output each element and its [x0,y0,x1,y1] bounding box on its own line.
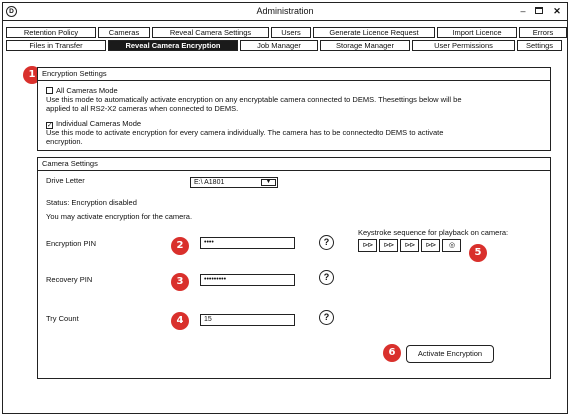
fast-forward-icon: ⊳⊳ [358,239,377,252]
tab-cameras[interactable]: Cameras [98,27,150,38]
encryption-hint-text: You may activate encryption for the came… [46,212,193,221]
drive-letter-value: E:\ A1801 [194,179,225,186]
administration-window: D Administration – ✕ Retention Policy Ca… [2,2,568,414]
tab-user-permissions[interactable]: User Permissions [412,40,515,51]
keystroke-sequence: ⊳⊳ ⊳⊳ ⊳⊳ ⊳⊳ ◎ [358,239,461,252]
minimize-button[interactable]: – [517,5,529,17]
record-icon: ◎ [442,239,461,252]
individual-cameras-mode-description-1: Use this mode to activate encryption for… [46,128,444,137]
tab-users[interactable]: Users [271,27,311,38]
activate-encryption-button[interactable]: Activate Encryption [406,345,494,363]
camera-settings-heading: Camera Settings [38,158,550,171]
fast-forward-icon: ⊳⊳ [421,239,440,252]
keystroke-sequence-label: Keystroke sequence for playback on camer… [358,228,509,237]
drive-letter-label: Drive Letter [46,176,85,185]
callout-badge-4: 4 [171,312,189,330]
tab-errors[interactable]: Errors [519,27,567,38]
callout-badge-5: 5 [469,244,487,262]
encryption-settings-heading: Encryption Settings [38,68,550,81]
camera-settings-panel: Camera Settings Drive Letter E:\ A1801 ▼… [37,157,551,379]
all-cameras-mode-description-1: Use this mode to automatically activate … [46,95,462,104]
tab-row-2: Files in Transfer Reveal Camera Encrypti… [6,40,562,51]
try-count-label: Try Count [46,314,79,323]
individual-cameras-mode-description-2: encryption. [46,137,83,146]
try-count-input[interactable]: 15 [200,314,295,326]
tab-generate-licence-request[interactable]: Generate Licence Request [313,27,435,38]
callout-badge-6: 6 [383,344,401,362]
recovery-pin-label: Recovery PIN [46,275,93,284]
all-cameras-mode-option[interactable]: All Cameras Mode [46,86,118,95]
all-cameras-mode-label: All Cameras Mode [56,86,118,95]
try-count-help-icon[interactable]: ? [319,310,334,325]
fast-forward-icon: ⊳⊳ [379,239,398,252]
tab-reveal-camera-encryption[interactable]: Reveal Camera Encryption [108,40,238,51]
tab-reveal-camera-settings[interactable]: Reveal Camera Settings [152,27,269,38]
fast-forward-icon: ⊳⊳ [400,239,419,252]
maximize-button[interactable] [533,5,545,17]
encryption-pin-input[interactable]: •••• [200,237,295,249]
maximize-icon [535,7,543,14]
encryption-status-text: Status: Encryption disabled [46,198,137,207]
close-button[interactable]: ✕ [551,5,563,17]
callout-badge-3: 3 [171,273,189,291]
chevron-down-icon[interactable]: ▼ [261,179,276,186]
all-cameras-mode-description-2: applied to all RS2-X2 cameras when conne… [46,104,239,113]
encryption-pin-help-icon[interactable]: ? [319,235,334,250]
tab-job-manager[interactable]: Job Manager [240,40,318,51]
tab-retention-policy[interactable]: Retention Policy [6,27,96,38]
tab-settings[interactable]: Settings [517,40,562,51]
callout-badge-2: 2 [171,237,189,255]
encryption-pin-label: Encryption PIN [46,239,97,248]
drive-letter-select[interactable]: E:\ A1801 ▼ [190,177,278,188]
title-bar: D Administration – ✕ [3,3,567,21]
tab-files-in-transfer[interactable]: Files in Transfer [6,40,106,51]
all-cameras-mode-checkbox[interactable] [46,87,53,94]
window-title: Administration [256,6,314,16]
recovery-pin-help-icon[interactable]: ? [319,270,334,285]
individual-cameras-mode-label: Individual Cameras Mode [56,119,142,128]
tab-storage-manager[interactable]: Storage Manager [320,40,410,51]
recovery-pin-input[interactable]: ••••••••• [200,274,295,286]
encryption-settings-panel: Encryption Settings All Cameras Mode Use… [37,67,551,151]
tab-row-1: Retention Policy Cameras Reveal Camera S… [6,27,567,38]
tab-import-licence[interactable]: Import Licence [437,27,517,38]
